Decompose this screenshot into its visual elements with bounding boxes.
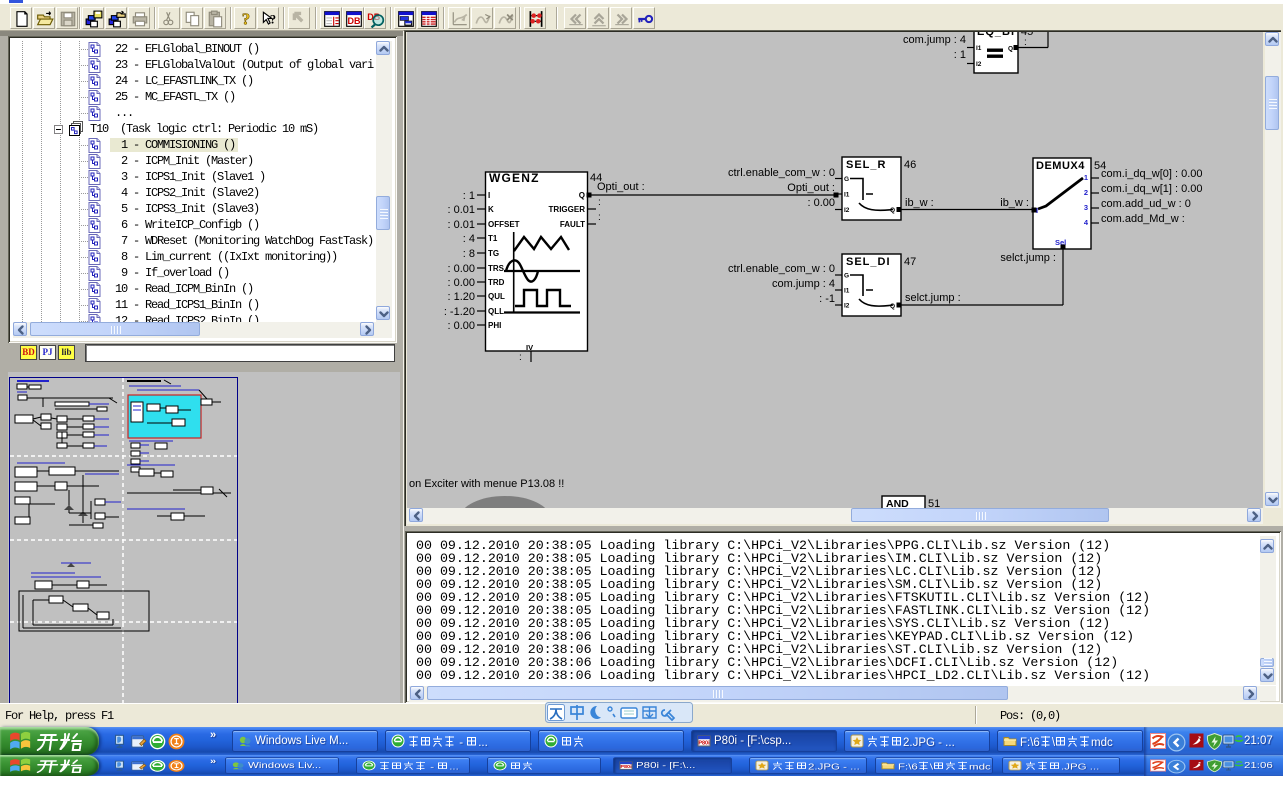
- svg-text:: 1.20: : 1.20: [447, 291, 475, 303]
- svg-text:QLL: QLL: [488, 307, 504, 316]
- svg-text:com.add_Md_w :: com.add_Md_w :: [1101, 213, 1185, 225]
- svg-text:com.i_dq_w[1] : 0.00: com.i_dq_w[1] : 0.00: [1101, 183, 1203, 195]
- svg-text:FAULT: FAULT: [560, 220, 585, 229]
- svg-text::: :: [1024, 37, 1027, 48]
- svg-text:47: 47: [904, 256, 916, 268]
- svg-text:ctrl.enable_com_w : 0: ctrl.enable_com_w : 0: [728, 167, 835, 179]
- svg-text::: :: [519, 352, 522, 363]
- svg-text:WGENZ: WGENZ: [489, 171, 540, 185]
- svg-text:TG: TG: [488, 249, 499, 258]
- svg-text:SEL_DI: SEL_DI: [846, 256, 891, 268]
- svg-text:G: G: [844, 273, 849, 280]
- svg-text:selct.jump :: selct.jump :: [1000, 252, 1056, 264]
- svg-text:: 0.00: : 0.00: [447, 320, 475, 332]
- svg-text:I1: I1: [844, 288, 850, 295]
- svg-text:46: 46: [904, 159, 916, 171]
- svg-text:AND: AND: [886, 498, 909, 508]
- svg-text:ib_w :: ib_w :: [905, 197, 934, 209]
- svg-text:com.add_ud_w : 0: com.add_ud_w : 0: [1101, 198, 1191, 210]
- svg-text:: -1.20: : -1.20: [444, 306, 475, 318]
- svg-text:: 0.00: : 0.00: [807, 197, 835, 209]
- svg-text:PHI: PHI: [488, 321, 501, 330]
- svg-text:P80i: P80i: [620, 765, 631, 770]
- svg-text:ctrl.enable_com_w : 0: ctrl.enable_com_w : 0: [728, 263, 835, 275]
- svg-text:T1: T1: [488, 234, 498, 243]
- svg-text:: 1: : 1: [954, 49, 966, 61]
- svg-text:TRS: TRS: [488, 264, 505, 273]
- svg-text:2: 2: [1084, 188, 1088, 197]
- svg-text:QUL: QUL: [488, 292, 505, 301]
- svg-text:: 0.01: : 0.01: [447, 219, 475, 231]
- svg-text::: :: [598, 212, 601, 223]
- svg-text:P80i: P80i: [698, 741, 710, 747]
- svg-text:3: 3: [1084, 203, 1088, 212]
- svg-text:1: 1: [1084, 173, 1088, 182]
- svg-text:: 4: : 4: [463, 233, 475, 245]
- svg-text:Q: Q: [579, 191, 585, 200]
- svg-text:: 0.00: : 0.00: [447, 277, 475, 289]
- svg-text:TRIGGER: TRIGGER: [549, 205, 586, 214]
- svg-text:com.jump : 4: com.jump : 4: [903, 34, 966, 46]
- svg-text:I2: I2: [976, 61, 982, 68]
- svg-text:com.jump : 4: com.jump : 4: [772, 278, 835, 290]
- svg-text:selct.jump :: selct.jump :: [905, 292, 961, 304]
- svg-text:DB: DB: [348, 16, 361, 26]
- svg-text:: 0.01: : 0.01: [447, 204, 475, 216]
- svg-text:G: G: [844, 176, 849, 183]
- svg-text:: 8: : 8: [463, 248, 475, 260]
- svg-text:I1: I1: [976, 45, 982, 52]
- svg-text:I2: I2: [844, 207, 850, 214]
- svg-text:I: I: [488, 191, 490, 200]
- svg-text:45: 45: [1021, 32, 1033, 38]
- svg-text:SEL_R: SEL_R: [846, 159, 886, 171]
- svg-text:I1: I1: [844, 192, 850, 199]
- svg-text:on Exciter with menue P13.08 !: on Exciter with menue P13.08 !!: [409, 478, 564, 490]
- svg-text:: 1: : 1: [463, 190, 475, 202]
- svg-text:com.i_dq_w[0] : 0.00: com.i_dq_w[0] : 0.00: [1101, 168, 1203, 180]
- svg-text::: :: [598, 197, 601, 208]
- svg-text:Opti_out :: Opti_out :: [787, 182, 835, 194]
- svg-text:: -1: : -1: [819, 293, 835, 305]
- svg-text:ib_w :: ib_w :: [1000, 197, 1029, 209]
- svg-text:I2: I2: [844, 303, 850, 310]
- svg-text:DEMUX4: DEMUX4: [1036, 160, 1085, 172]
- svg-text:K: K: [488, 205, 494, 214]
- svg-text:IV: IV: [526, 343, 533, 352]
- svg-text:OFFSET: OFFSET: [488, 220, 520, 229]
- svg-text:51: 51: [928, 498, 940, 508]
- svg-text:Q: Q: [890, 303, 895, 310]
- svg-text:TRD: TRD: [488, 278, 505, 287]
- svg-text:Opti_out :: Opti_out :: [597, 181, 645, 193]
- svg-text:EQ_BI: EQ_BI: [977, 32, 1015, 38]
- svg-text:?: ?: [270, 13, 276, 27]
- svg-text:: 0.00: : 0.00: [447, 263, 475, 275]
- svg-text:?: ?: [242, 10, 250, 28]
- svg-text:Q: Q: [1008, 46, 1013, 53]
